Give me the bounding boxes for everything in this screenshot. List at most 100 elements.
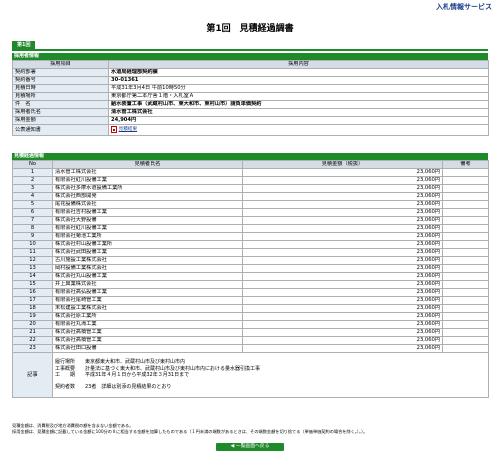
row-amount: 23,060円: [242, 184, 443, 193]
col-header-no: No: [12, 160, 53, 169]
row-bidder-name: 清水管工株式会社: [52, 168, 243, 177]
row-bidder-name: 株式会社大野設備: [52, 216, 243, 225]
row-amount: 23,060円: [242, 192, 443, 201]
row-bidder-name: 有限会社紅川設備工業: [52, 176, 243, 185]
row-remarks: [442, 216, 489, 225]
row-no: 4: [12, 192, 53, 201]
table-row: 17 有限会社尾崎管工業 23,060円: [12, 296, 489, 305]
adopted-section-header: 採用者情報: [12, 53, 488, 60]
row-no: 10: [12, 240, 53, 249]
row-bidder-name: 有限会社吉村設備工業: [52, 208, 243, 217]
value-contract-dept: 水道局経理部契約課: [108, 68, 489, 77]
row-bidder-name: 株式会社多摩水道設備工業所: [52, 184, 243, 193]
tab-divider: [12, 49, 488, 51]
value-estimate-place: 東京都庁第二本庁舎１階・入札室Ａ: [108, 92, 489, 101]
row-remarks: [442, 168, 489, 177]
row-remarks: [442, 328, 489, 337]
row-remarks: [442, 344, 489, 353]
row-bidder-name: 株式会社田口設備: [52, 344, 243, 353]
row-amount: 23,060円: [242, 336, 443, 345]
table-row: 11 株式会社武田設備工業 23,060円: [12, 248, 489, 257]
table-row: 3 株式会社多摩水道設備工業所 23,060円: [12, 184, 489, 193]
row-no: 2: [12, 176, 53, 185]
row-amount: 23,060円: [242, 176, 443, 185]
page-title: 第1回 見積経過調書: [206, 24, 294, 34]
table-row: 22 株式会社高橋管工業 23,060円: [12, 336, 489, 345]
row-no: 6: [12, 208, 53, 217]
row-no: 17: [12, 296, 53, 305]
row-no: 11: [12, 248, 53, 257]
row-bidder-name: 株式会社高橋管工業: [52, 336, 243, 345]
estimate-result-link[interactable]: 見積結果: [119, 127, 137, 132]
row-amount: 23,060円: [242, 240, 443, 249]
row-no: 1: [12, 168, 53, 177]
row-remarks: [442, 200, 489, 209]
row-amount: 23,060円: [242, 296, 443, 305]
row-remarks: [442, 312, 489, 321]
row-remarks: [442, 208, 489, 217]
row-no: 18: [12, 304, 53, 313]
adopted-info-table: 採用項目 採用内容 契約部署 水道局経理部契約課 契約番号 30-01361 見…: [12, 60, 489, 136]
row-bidder-name: 有限会社丸滝工業: [52, 320, 243, 329]
table-row: 6 有限会社吉村設備工業 23,060円: [12, 208, 489, 217]
row-remarks: [442, 224, 489, 233]
row-no: 23: [12, 344, 53, 353]
value-contract-no: 30-01361: [108, 76, 489, 85]
bidder-rows: 1 清水管工株式会社 23,060円 2 有限会社紅川設備工業 23,060円 3 株式会社多…: [12, 168, 489, 353]
table-row: 15 井上興業株式会社 23,060円: [12, 280, 489, 289]
row-no: 8: [12, 224, 53, 233]
table-row: 12 古川施設工業株式会社 23,060円: [12, 256, 489, 265]
row-amount: 23,060円: [242, 328, 443, 337]
col-header-item: 採用項目: [12, 60, 109, 69]
col-header-name: 見積者氏名: [52, 160, 243, 169]
label-estimate-datetime: 見積日時: [12, 84, 109, 93]
row-amount: 23,060円: [242, 272, 443, 281]
table-row: 16 有限会社高弘設備工業 23,060円: [12, 288, 489, 297]
row-remarks: [442, 264, 489, 273]
row-no: 7: [12, 216, 53, 225]
remarks-text: 履行場所 東京都東大和市、武蔵村山市及び東村山市内 工事概要 計量法に基づく東大…: [55, 359, 261, 391]
remarks-cell: 履行場所 東京都東大和市、武蔵村山市及び東村山市内 工事概要 計量法に基づく東大…: [52, 352, 489, 398]
footnote-2: 採用金額は、見積金額に記載している金額に100分の８に相当する金額を加算したもの…: [12, 429, 368, 435]
row-no: 19: [12, 312, 53, 321]
row-bidder-name: 有限会社紅川設備工業: [52, 224, 243, 233]
row-amount: 23,060円: [242, 320, 443, 329]
row-bidder-name: 株式会社原工業所: [52, 312, 243, 321]
row-no: 3: [12, 184, 53, 193]
row-remarks: [442, 232, 489, 241]
table-row: 10 株式会社村山設備工業所 23,060円: [12, 240, 489, 249]
label-estimate-place: 見積場所: [12, 92, 109, 101]
back-to-list-button[interactable]: ◀ 一覧画面へ戻る: [216, 443, 284, 451]
table-row: 21 株式会社高橋管工業 23,060円: [12, 328, 489, 337]
row-no: 20: [12, 320, 53, 329]
row-remarks: [442, 296, 489, 305]
row-remarks: [442, 256, 489, 265]
table-row: 4 株式会社西部開発 23,060円: [12, 192, 489, 201]
row-bidder-name: 株式会社西部開発: [52, 192, 243, 201]
table-row: 13 岡村設備工業株式会社 23,060円: [12, 264, 489, 273]
row-remarks: [442, 304, 489, 313]
row-bidder-name: 岡村設備工業株式会社: [52, 264, 243, 273]
row-remarks: [442, 192, 489, 201]
row-remarks: [442, 272, 489, 281]
pdf-icon[interactable]: [111, 126, 117, 133]
row-bidder-name: 井上興業株式会社: [52, 280, 243, 289]
table-row: 14 株式会社丸山設備工業 23,060円: [12, 272, 489, 281]
row-remarks: [442, 320, 489, 329]
row-amount: 23,060円: [242, 280, 443, 289]
round-tabs: 第1回: [12, 41, 488, 51]
row-amount: 23,060円: [242, 232, 443, 241]
tab-round-1[interactable]: 第1回: [12, 41, 36, 49]
row-bidder-name: 株式会社丸山設備工業: [52, 272, 243, 281]
table-row: 20 有限会社丸滝工業 23,060円: [12, 320, 489, 329]
table-row: 19 株式会社原工業所 23,060円: [12, 312, 489, 321]
value-subject: 給水装置工事（武蔵村山市、東大和市、東村山市）請負単価契約: [108, 100, 489, 109]
row-remarks: [442, 176, 489, 185]
row-no: 14: [12, 272, 53, 281]
row-amount: 23,060円: [242, 344, 443, 353]
row-amount: 23,060円: [242, 168, 443, 177]
row-no: 9: [12, 232, 53, 241]
row-bidder-name: 古川施設工業株式会社: [52, 256, 243, 265]
row-bidder-name: 株式会社村山設備工業所: [52, 240, 243, 249]
table-row: 2 有限会社紅川設備工業 23,060円: [12, 176, 489, 185]
